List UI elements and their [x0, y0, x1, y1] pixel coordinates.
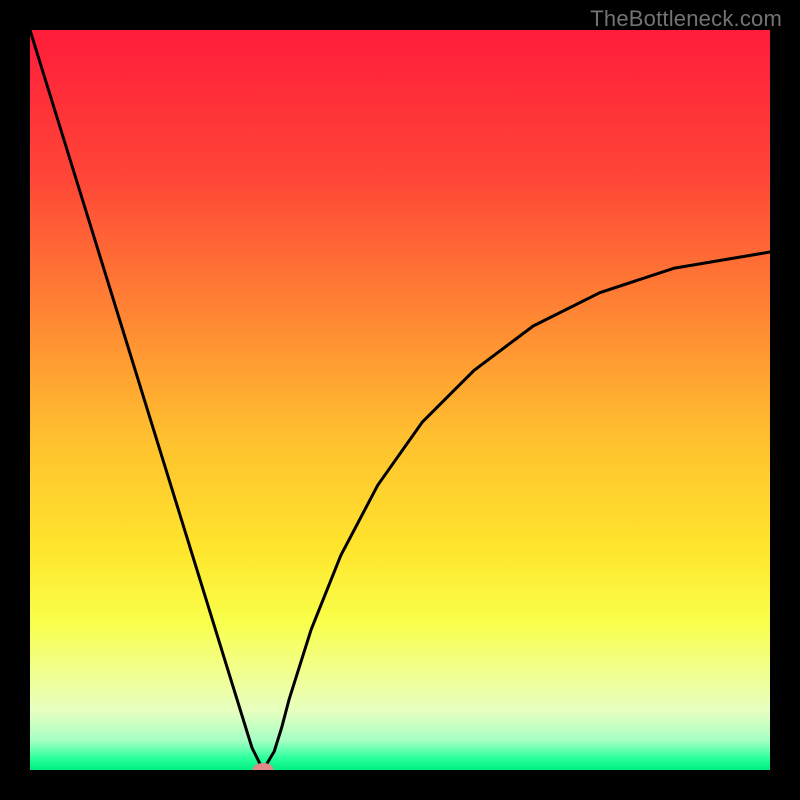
- bottleneck-chart: [30, 30, 770, 770]
- gradient-background: [30, 30, 770, 770]
- plot-area: [30, 30, 770, 770]
- attribution-text: TheBottleneck.com: [590, 6, 782, 32]
- chart-outer-frame: TheBottleneck.com: [0, 0, 800, 800]
